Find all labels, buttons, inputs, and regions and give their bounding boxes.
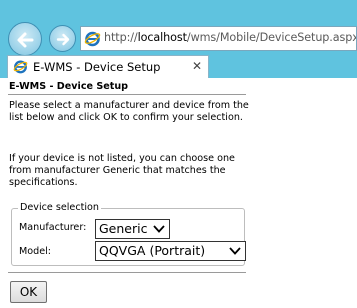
model-label: Model: — [19, 246, 52, 257]
device-selection-legend: Device selection — [18, 202, 101, 214]
address-bar[interactable]: http://localhost/wms/Mobile/DeviceSetup.… — [80, 26, 357, 51]
close-icon[interactable]: ✕ — [192, 59, 202, 73]
help-text: If your device is not listed, you can ch… — [9, 153, 235, 188]
internet-explorer-icon — [84, 31, 101, 47]
back-arrow-icon — [17, 32, 34, 48]
internet-explorer-icon — [13, 60, 28, 74]
forward-arrow-icon — [56, 33, 70, 46]
manufacturer-select[interactable]: Generic — [95, 219, 170, 239]
forward-button[interactable] — [49, 25, 76, 52]
tab-title: E-WMS - Device Setup — [33, 60, 161, 74]
model-select[interactable]: QQVGA (Portrait) — [95, 241, 246, 261]
divider — [8, 272, 246, 273]
ok-button[interactable]: OK — [10, 281, 47, 303]
browser-frame: http://localhost/wms/Mobile/DeviceSetup.… — [0, 0, 357, 78]
chevron-down-icon — [229, 247, 241, 255]
device-selection-group: Device selection Manufacturer: Generic M… — [11, 202, 246, 266]
tab-device-setup[interactable]: E-WMS - Device Setup ✕ — [7, 55, 209, 78]
address-url: http://localhost/wms/Mobile/DeviceSetup.… — [104, 31, 357, 44]
page-title: E-WMS - Device Setup — [9, 81, 129, 92]
chevron-down-icon — [153, 225, 165, 233]
address-host: localhost — [137, 31, 187, 44]
manufacturer-value: Generic — [99, 221, 148, 236]
manufacturer-label: Manufacturer: — [19, 222, 87, 233]
back-button[interactable] — [8, 22, 42, 56]
model-value: QQVGA (Portrait) — [99, 243, 206, 258]
divider — [8, 94, 246, 95]
page-content: E-WMS - Device Setup Please select a man… — [0, 78, 357, 308]
instructions-text: Please select a manufacturer and device … — [9, 100, 249, 123]
